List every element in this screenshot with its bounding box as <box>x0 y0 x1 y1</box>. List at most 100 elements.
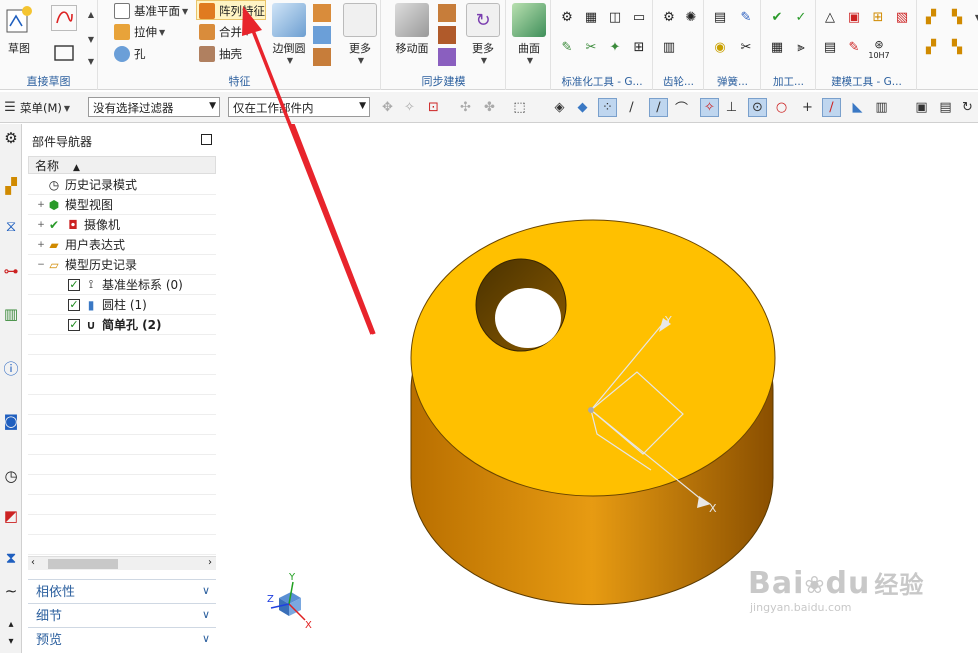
table-icon[interactable]: ▦ <box>768 38 786 56</box>
snap-point-icon[interactable]: + <box>798 98 817 117</box>
gear-table-icon[interactable]: ▥ <box>660 38 678 56</box>
sel-face-icon[interactable]: ◆ <box>573 98 592 117</box>
constraint-icon[interactable]: ▚ <box>948 38 966 56</box>
triangle-icon[interactable]: △ <box>821 8 839 26</box>
bolt-icon[interactable]: ▦ <box>582 8 600 26</box>
checkbox[interactable]: ✓ <box>68 298 80 311</box>
tree-item[interactable]: ✓ ∪ 简单孔 (2) <box>28 315 216 335</box>
reuse-library-icon[interactable]: ▥ <box>1 302 21 326</box>
refresh-icon[interactable]: ↻ <box>958 98 977 117</box>
move-face-button[interactable]: 移动面 <box>392 3 432 56</box>
view-icon[interactable]: ▣ <box>912 98 931 117</box>
settings-icon[interactable]: ⚙ <box>1 126 21 150</box>
assembly-icon[interactable]: ▞ <box>922 8 940 26</box>
extrude-button[interactable]: 拉伸 ▼ <box>114 24 165 40</box>
delete-face-icon[interactable] <box>438 4 456 22</box>
fastener-icon[interactable]: ⚙ <box>558 8 576 26</box>
cylindrical-gear-icon[interactable]: ⚙ <box>660 8 678 26</box>
maximize-icon[interactable] <box>201 134 212 145</box>
snap-tangent-icon[interactable]: ⊥ <box>722 98 741 117</box>
dropdown-icon[interactable]: ▼ <box>968 8 978 26</box>
cylinder-top-face[interactable] <box>410 219 776 497</box>
component-icon[interactable]: ▚ <box>948 8 966 26</box>
sel-solid-icon[interactable]: ◈ <box>550 98 569 117</box>
chamfer-icon[interactable] <box>313 4 331 22</box>
snap-grid-icon[interactable]: ⁘ <box>598 98 617 117</box>
snap-end-icon[interactable]: ∕ <box>649 98 668 117</box>
tree-item[interactable]: ◷ 历史记录模式 <box>28 175 216 195</box>
assembly-navigator-icon[interactable]: ▞ <box>1 174 21 198</box>
shell-button[interactable]: 抽壳 <box>199 46 242 62</box>
mate-icon[interactable]: ▞ <box>922 38 940 56</box>
compression-spring-icon[interactable]: ▤ <box>711 8 729 26</box>
spring-pin-icon[interactable]: ⊞ <box>630 38 648 56</box>
rectangle-icon[interactable] <box>51 40 77 66</box>
washer-icon[interactable]: ▭ <box>630 8 648 26</box>
scroll-left-icon[interactable]: ‹ <box>31 557 35 568</box>
tree-item[interactable]: + ✔ ◘ 摄像机 <box>28 215 216 235</box>
more-features-button[interactable]: 更多 ▼ <box>341 3 379 65</box>
machining-check-icon[interactable]: ✓ <box>792 8 810 26</box>
dropdown-icon[interactable]: ▼ <box>81 52 99 70</box>
history-icon[interactable]: ◷ <box>1 464 21 488</box>
measure-icon[interactable]: ⫸ <box>792 38 810 56</box>
check-icon[interactable]: ✔ <box>768 8 786 26</box>
expand-icon[interactable]: + <box>36 200 46 210</box>
selection-filter-select[interactable]: 没有选择过滤器 ▼ <box>88 97 220 117</box>
palette-icon[interactable]: ◩ <box>1 504 21 528</box>
curve-icon[interactable] <box>51 5 77 31</box>
display-icon[interactable]: ▤ <box>936 98 955 117</box>
scrollbar-thumb[interactable] <box>48 559 118 569</box>
tree-item[interactable]: − ▱ 模型历史记录 <box>28 255 216 275</box>
pattern-feature-button[interactable]: 阵列特征 <box>199 3 265 19</box>
nut-icon[interactable]: ◫ <box>606 8 624 26</box>
sel-curve-icon[interactable]: ⊡ <box>424 98 443 117</box>
collapse-icon[interactable]: − <box>36 260 46 270</box>
sketch-button[interactable]: 草图 <box>4 3 34 56</box>
document-icon[interactable]: ▤ <box>821 38 839 56</box>
snap-line-icon[interactable]: ∕ <box>622 98 641 117</box>
note-icon[interactable]: ▣ <box>845 8 863 26</box>
menu-button[interactable]: 菜单(M) ▼ <box>20 100 70 116</box>
tree-item[interactable]: + ⬢ 模型视图 <box>28 195 216 215</box>
surface-button[interactable]: 曲面 ▼ <box>511 3 547 65</box>
info-icon[interactable]: ⓘ <box>1 356 21 380</box>
sel-point-icon[interactable]: ✣ <box>456 98 475 117</box>
scroll-down-icon[interactable]: ▾ <box>1 629 21 653</box>
sel-feature-icon[interactable]: ✥ <box>378 98 397 117</box>
expand-icon[interactable]: + <box>36 220 46 230</box>
web-browser-icon[interactable]: ◙ <box>1 409 21 433</box>
snap-quadrant-icon[interactable]: ○ <box>772 98 791 117</box>
sel-body-icon[interactable]: ✧ <box>400 98 419 117</box>
edit-icon[interactable]: ✎ <box>845 38 863 56</box>
part-navigator-icon[interactable]: ⊶ <box>1 259 21 283</box>
dropdown-icon[interactable]: ▼ <box>81 30 99 48</box>
snap-bar-icon[interactable]: ▥ <box>872 98 891 117</box>
rivet-icon[interactable]: ✦ <box>606 38 624 56</box>
panel-details[interactable]: 细节 ∨ <box>28 603 216 625</box>
draft-icon[interactable] <box>313 26 331 44</box>
tree-item[interactable]: ✓ ⟟ 基准坐标系 (0) <box>28 275 216 295</box>
attribute-icon[interactable]: ▧ <box>893 8 911 26</box>
edge-blend-button[interactable]: 边倒圆 ▼ <box>269 3 309 65</box>
tension-spring-icon[interactable]: ✎ <box>737 8 755 26</box>
rect-select-icon[interactable]: ⬚ <box>510 98 529 117</box>
horizontal-scrollbar[interactable]: ‹ › <box>28 556 216 570</box>
column-header-name[interactable]: 名称 ▲ <box>28 156 216 174</box>
checkbox[interactable]: ✓ <box>68 278 80 291</box>
menu-icon[interactable]: ☰ <box>2 98 18 117</box>
role-icon[interactable]: ⧗ <box>1 546 21 570</box>
unite-button[interactable]: 合并 ▼ <box>199 24 250 40</box>
pin-icon[interactable]: ✎ <box>558 38 576 56</box>
selection-scope-select[interactable]: 仅在工作部件内 ▼ <box>228 97 370 117</box>
curve-tool-icon[interactable]: ∼ <box>1 579 21 603</box>
snap-arc-icon[interactable]: ⌒ <box>672 98 691 117</box>
snap-on-curve-icon[interactable]: ∕ <box>822 98 841 117</box>
panel-dependencies[interactable]: 相依性 ∨ <box>28 579 216 601</box>
panel-preview[interactable]: 预览 ∨ <box>28 627 216 649</box>
disc-spring-icon[interactable]: ◉ <box>711 38 729 56</box>
checkbox[interactable]: ✓ <box>68 318 80 331</box>
hole-button[interactable]: 孔 <box>114 46 146 62</box>
tolerance-button[interactable]: ⊛ 10H7 <box>868 38 889 60</box>
sel-edge-icon[interactable]: ✤ <box>480 98 499 117</box>
